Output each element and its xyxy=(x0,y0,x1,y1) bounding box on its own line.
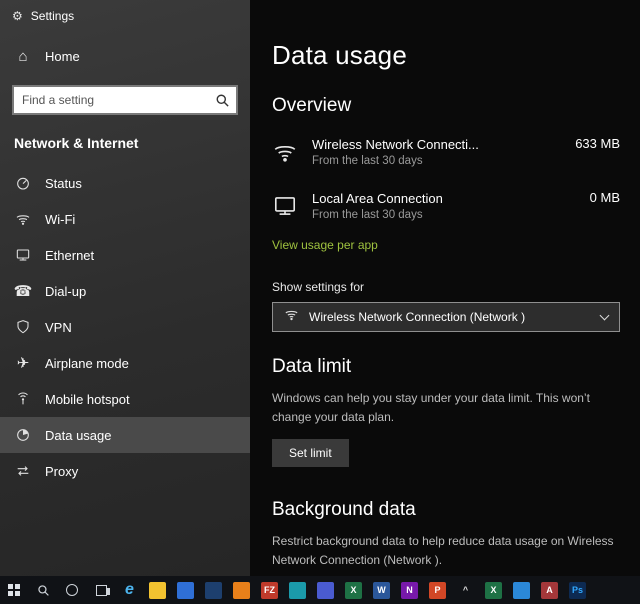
store-icon[interactable] xyxy=(177,581,194,599)
connection-row-wireless: Wireless Network Connecti... From the la… xyxy=(272,133,620,171)
sidebar-item-airplane-mode[interactable]: ✈ Airplane mode xyxy=(0,345,250,381)
windows-logo-icon xyxy=(8,584,20,596)
search-input[interactable] xyxy=(14,87,208,113)
cortana-icon[interactable] xyxy=(63,581,81,599)
tray-app-blue-icon[interactable] xyxy=(513,581,530,599)
sidebar-item-wifi[interactable]: Wi-Fi xyxy=(0,201,250,237)
wifi-icon xyxy=(14,211,32,227)
page-title: Data usage xyxy=(272,40,407,70)
excel-icon[interactable]: X xyxy=(345,581,362,599)
onenote-icon[interactable]: N xyxy=(401,581,418,599)
content-pane: Data usage Overview Wireless Network Con… xyxy=(250,0,640,576)
filezilla-icon[interactable]: FZ xyxy=(261,581,278,599)
background-data-heading: Background data xyxy=(272,499,416,521)
app-orange-icon[interactable] xyxy=(233,581,250,599)
word-icon[interactable]: W xyxy=(373,581,390,599)
connection-row-lan: Local Area Connection From the last 30 d… xyxy=(272,187,620,225)
app-indigo-icon[interactable] xyxy=(317,581,334,599)
screen: ⚙ Settings ⌂ Home Network & Internet xyxy=(0,0,640,604)
chevron-down-icon xyxy=(599,310,610,320)
ethernet-icon xyxy=(272,193,298,219)
show-settings-label: Show settings for xyxy=(272,280,365,294)
taskbar: e FZ X W N P ^ X A Ps xyxy=(0,576,640,604)
sidebar: ⚙ Settings ⌂ Home Network & Internet xyxy=(0,0,250,576)
taskbar-search-icon[interactable] xyxy=(34,581,52,599)
connection-period: From the last 30 days xyxy=(312,209,423,221)
settings-gear-icon: ⚙ xyxy=(12,9,23,23)
connection-name: Wireless Network Connecti... xyxy=(312,137,479,152)
proxy-icon xyxy=(14,463,32,479)
search-icon[interactable] xyxy=(208,87,236,113)
sidebar-item-label: Dial-up xyxy=(45,283,87,299)
task-view-icon[interactable] xyxy=(92,581,110,599)
overview-heading: Overview xyxy=(272,95,352,116)
taskbar-apps: e FZ X W N P ^ X A Ps xyxy=(121,581,586,599)
connection-usage: 633 MB xyxy=(575,136,620,151)
sidebar-item-label: Data usage xyxy=(45,427,112,443)
tray-chevron-icon[interactable]: ^ xyxy=(457,582,474,599)
dialup-icon: ☎ xyxy=(13,283,33,300)
data-limit-description: Windows can help you stay under your dat… xyxy=(272,391,590,424)
photoshop-icon[interactable]: Ps xyxy=(569,581,586,599)
background-data-description: Restrict background data to help reduce … xyxy=(272,534,614,567)
sidebar-item-label: Status xyxy=(45,175,82,191)
airplane-icon: ✈ xyxy=(16,355,30,372)
connection-usage: 0 MB xyxy=(589,190,620,205)
tray-app-green-icon[interactable]: X xyxy=(485,581,502,599)
sidebar-item-label: Airplane mode xyxy=(45,355,129,371)
vpn-shield-icon xyxy=(14,319,32,335)
sidebar-item-data-usage[interactable]: Data usage xyxy=(0,417,250,453)
sidebar-item-label: Wi-Fi xyxy=(45,211,76,227)
status-icon xyxy=(14,175,32,191)
sidebar-item-proxy[interactable]: Proxy xyxy=(0,453,250,489)
home-icon: ⌂ xyxy=(18,47,28,65)
edge-icon[interactable]: e xyxy=(121,581,138,599)
connection-name: Local Area Connection xyxy=(312,191,443,206)
app-teal-icon[interactable] xyxy=(289,581,306,599)
sidebar-item-status[interactable]: Status xyxy=(0,165,250,201)
connection-period: From the last 30 days xyxy=(312,155,423,167)
sidebar-item-label: VPN xyxy=(45,319,72,335)
wifi-icon xyxy=(272,139,298,165)
sidebar-item-label: Home xyxy=(45,48,80,64)
wifi-icon xyxy=(284,307,299,327)
sidebar-item-home[interactable]: ⌂ Home xyxy=(0,38,250,74)
titlebar: ⚙ Settings xyxy=(0,0,250,32)
sidebar-nav: Status Wi-Fi Ethernet ☎ Dial-up VPN ✈ Ai… xyxy=(0,165,250,489)
data-limit-heading: Data limit xyxy=(272,356,352,377)
sidebar-item-label: Proxy xyxy=(45,463,79,479)
dropdown-value: Wireless Network Connection (Network ) xyxy=(309,310,526,324)
sidebar-item-dialup[interactable]: ☎ Dial-up xyxy=(0,273,250,309)
data-usage-icon xyxy=(14,427,32,443)
view-usage-per-app-link[interactable]: View usage per app xyxy=(272,238,378,252)
photos-icon[interactable] xyxy=(205,581,222,599)
ethernet-icon xyxy=(14,247,32,263)
tray-app-red-icon[interactable]: A xyxy=(541,581,558,599)
hotspot-icon xyxy=(14,391,32,407)
sidebar-item-label: Mobile hotspot xyxy=(45,391,130,407)
file-explorer-icon[interactable] xyxy=(149,581,166,599)
set-limit-button[interactable]: Set limit xyxy=(272,439,349,468)
search-box xyxy=(12,85,238,115)
sidebar-item-ethernet[interactable]: Ethernet xyxy=(0,237,250,273)
sidebar-item-vpn[interactable]: VPN xyxy=(0,309,250,345)
sidebar-section-title: Network & Internet xyxy=(14,135,139,151)
sidebar-item-label: Ethernet xyxy=(45,247,95,263)
app-title: Settings xyxy=(30,9,75,23)
powerpoint-icon[interactable]: P xyxy=(429,581,446,599)
sidebar-item-mobile-hotspot[interactable]: Mobile hotspot xyxy=(0,381,250,417)
settings-window: ⚙ Settings ⌂ Home Network & Internet xyxy=(0,0,640,576)
connection-dropdown[interactable]: Wireless Network Connection (Network ) xyxy=(272,302,620,332)
start-button[interactable] xyxy=(5,581,23,599)
